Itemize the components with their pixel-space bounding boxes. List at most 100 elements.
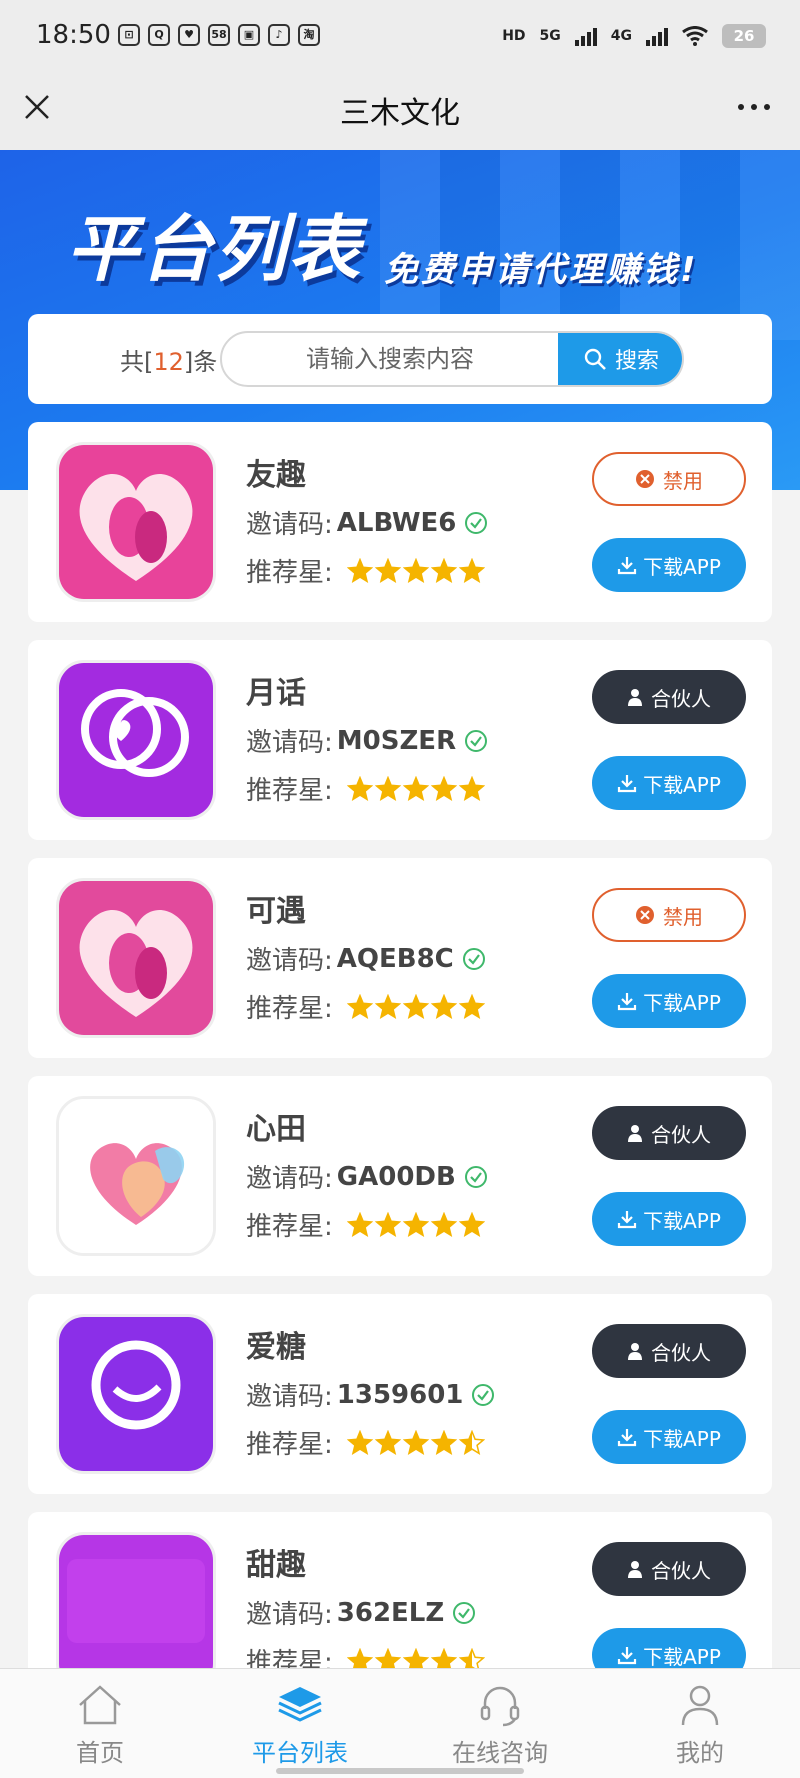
user-icon xyxy=(681,1685,719,1726)
rating-stars xyxy=(346,993,485,1020)
tab-home-label: 首页 xyxy=(76,1739,124,1767)
banned-button[interactable]: 禁用 xyxy=(592,888,746,942)
app-icon[interactable] xyxy=(56,1314,216,1474)
partner-button[interactable]: 合伙人 xyxy=(592,1542,746,1596)
invite-code-value[interactable]: M0SZER xyxy=(337,726,456,756)
tab-home[interactable]: 首页 xyxy=(0,1669,200,1778)
net-4g-label: 4G xyxy=(610,28,632,44)
tab-online-consult-label: 在线咨询 xyxy=(452,1739,548,1767)
star-half-icon xyxy=(458,1429,485,1455)
download-icon xyxy=(617,1429,637,1447)
invite-code-value[interactable]: 1359601 xyxy=(337,1380,464,1410)
invite-code-label: 邀请码: xyxy=(246,510,333,540)
download-app-button[interactable]: 下载APP xyxy=(592,756,746,810)
net-5g-label: 5G xyxy=(539,28,561,44)
invite-code-label: 邀请码: xyxy=(246,946,333,976)
partner-button[interactable]: 合伙人 xyxy=(592,1324,746,1378)
invite-code-value[interactable]: GA00DB xyxy=(337,1162,456,1192)
app-notification-icon: ▣ xyxy=(238,24,260,46)
star-icon xyxy=(430,1429,457,1455)
rating-stars xyxy=(346,1429,485,1456)
person-icon xyxy=(628,1343,642,1360)
notification-icons: ⊡ Q ♥ 58 ▣ ♪ 淘 xyxy=(118,24,320,46)
signal-icon xyxy=(646,26,668,46)
rating-label: 推荐星: xyxy=(246,558,333,588)
invite-code-row: 邀请码: AQEB8C xyxy=(246,940,486,977)
download-label: 下载APP xyxy=(643,1426,721,1451)
system-indicators: HD 5G 4G 26 xyxy=(502,24,766,48)
star-icon xyxy=(346,993,373,1019)
partner-button[interactable]: 合伙人 xyxy=(592,670,746,724)
person-icon xyxy=(628,1561,642,1578)
rating-stars xyxy=(346,1211,485,1238)
tab-mine[interactable]: 我的 xyxy=(600,1669,800,1778)
download-label: 下载APP xyxy=(643,1644,721,1669)
star-icon xyxy=(430,993,457,1019)
status-time: 18:50 xyxy=(36,20,111,50)
star-icon xyxy=(346,1429,373,1455)
rating-label: 推荐星: xyxy=(246,1430,333,1460)
layers-icon xyxy=(278,1687,322,1722)
download-icon xyxy=(617,775,637,793)
invite-code-value[interactable]: AQEB8C xyxy=(337,944,454,974)
partner-button[interactable]: 合伙人 xyxy=(592,1106,746,1160)
star-icon xyxy=(458,775,485,801)
platform-item: 爱糖 邀请码: 1359601 推荐星: 合伙人 下载APP xyxy=(28,1294,772,1494)
home-icon xyxy=(79,1685,121,1725)
star-icon xyxy=(374,1211,401,1237)
invite-code-value[interactable]: 362ELZ xyxy=(337,1598,444,1628)
app-icon[interactable] xyxy=(56,1096,216,1256)
search-input[interactable] xyxy=(222,333,558,385)
app-notification-icon: ⊡ xyxy=(118,24,140,46)
download-icon xyxy=(617,1647,637,1665)
invite-code-value[interactable]: ALBWE6 xyxy=(337,508,457,538)
platform-item: 心田 邀请码: GA00DB 推荐星: 合伙人 下载APP xyxy=(28,1076,772,1276)
tab-online-consult[interactable]: 在线咨询 xyxy=(400,1669,600,1778)
headset-icon xyxy=(480,1686,520,1727)
signal-icon xyxy=(574,26,597,46)
app-notification-icon: Q xyxy=(148,24,170,46)
partner-label: 合伙人 xyxy=(651,1340,711,1365)
platform-item: 月话邀请码: M0SZER 推荐星: 合伙人下载APP xyxy=(28,640,772,840)
star-icon xyxy=(430,775,457,801)
download-icon xyxy=(617,993,637,1011)
star-icon xyxy=(346,1211,373,1237)
platform-list: 友趣 邀请码: ALBWE6 推荐星: 禁用 下载APP 月话 邀请码: M0SZER 推荐星: 合… xyxy=(28,422,772,1730)
star-icon xyxy=(430,1211,457,1237)
app-notification-icon: ♪ xyxy=(268,24,290,46)
rating-label: 推荐星: xyxy=(246,776,333,806)
verified-check-icon xyxy=(465,511,488,534)
app-name: 月话 xyxy=(246,676,306,711)
rating-label: 推荐星: xyxy=(246,994,333,1024)
app-icon[interactable] xyxy=(56,660,216,820)
search-button[interactable]: 搜索 xyxy=(558,333,682,385)
star-icon xyxy=(402,557,429,583)
download-app-button[interactable]: 下载APP xyxy=(592,538,746,592)
tab-platform-list-label: 平台列表 xyxy=(252,1739,348,1767)
download-app-button[interactable]: 下载APP xyxy=(592,1192,746,1246)
rating-stars xyxy=(346,775,485,802)
app-icon[interactable] xyxy=(56,442,216,602)
app-name: 可遇 xyxy=(246,894,306,929)
download-app-button[interactable]: 下载APP xyxy=(592,974,746,1028)
rating-row: 推荐星: xyxy=(246,770,485,807)
star-icon xyxy=(458,557,485,583)
app-name: 甜趣 xyxy=(246,1548,306,1583)
home-indicator xyxy=(276,1768,524,1774)
tab-mine-label: 我的 xyxy=(676,1739,724,1767)
star-icon xyxy=(374,1429,401,1455)
invite-code-row: 邀请码: M0SZER xyxy=(246,722,488,759)
invite-code-label: 邀请码: xyxy=(246,1600,333,1630)
banned-button[interactable]: 禁用 xyxy=(592,452,746,506)
page-title: 三木文化 xyxy=(340,96,460,131)
invite-code-label: 邀请码: xyxy=(246,1382,333,1412)
star-icon xyxy=(458,1211,485,1237)
invite-code-row: 邀请码: GA00DB xyxy=(246,1158,488,1195)
star-icon xyxy=(346,557,373,583)
result-count: 共[12]条 xyxy=(120,348,218,376)
app-icon[interactable] xyxy=(56,878,216,1038)
download-app-button[interactable]: 下载APP xyxy=(592,1410,746,1464)
tab-bar: 首页 平台列表 在线咨询 我的 xyxy=(0,1668,800,1778)
tab-platform-list[interactable]: 平台列表 xyxy=(200,1669,400,1778)
more-menu-icon[interactable] xyxy=(738,104,770,110)
